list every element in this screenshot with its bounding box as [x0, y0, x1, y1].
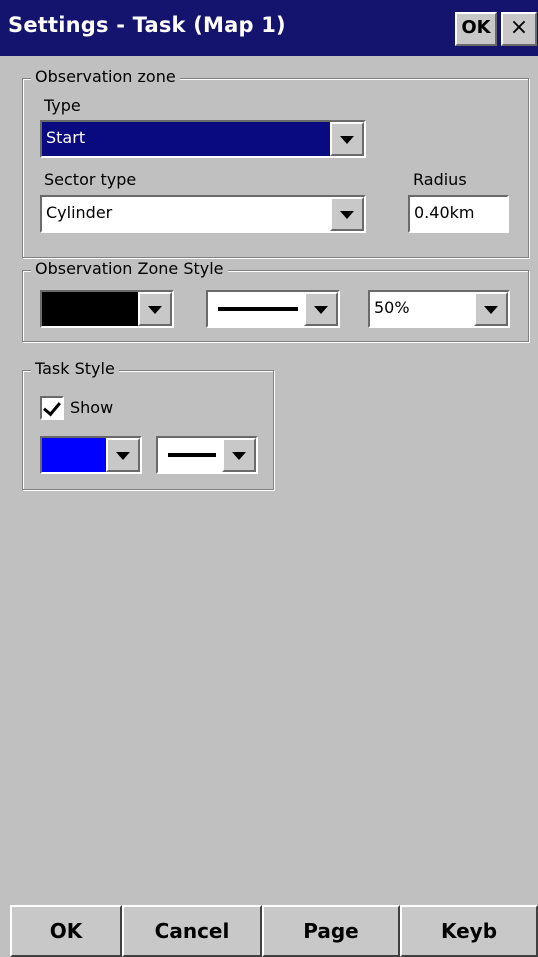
button-bar: OK Cancel Page Keyb: [0, 905, 538, 957]
type-select[interactable]: Start: [40, 120, 366, 158]
page-button[interactable]: Page: [262, 905, 400, 957]
cancel-button[interactable]: Cancel: [122, 905, 262, 957]
oz-opacity-value: 50%: [374, 298, 410, 317]
task-line-style-select[interactable]: [156, 436, 258, 474]
chevron-down-icon[interactable]: [330, 122, 364, 156]
radius-label: Radius: [413, 170, 467, 189]
oz-color-select[interactable]: [40, 290, 174, 328]
radius-input[interactable]: 0.40km: [408, 195, 509, 233]
chevron-down-icon[interactable]: [138, 292, 172, 326]
ok-button[interactable]: OK: [10, 905, 122, 957]
window-title: Settings - Task (Map 1): [8, 13, 286, 37]
type-label: Type: [44, 96, 81, 115]
show-checkbox[interactable]: [40, 396, 64, 420]
observation-zone-legend: Observation zone: [31, 67, 180, 86]
chevron-down-icon[interactable]: [106, 438, 140, 472]
oz-line-style-select[interactable]: [206, 290, 340, 328]
oz-opacity-select[interactable]: 50%: [368, 290, 510, 328]
type-select-field: [42, 122, 330, 156]
titlebar-ok-button[interactable]: OK: [455, 12, 497, 46]
keyboard-button[interactable]: Keyb: [400, 905, 538, 957]
sector-type-value: Cylinder: [46, 203, 113, 222]
chevron-down-icon[interactable]: [330, 197, 364, 231]
close-icon[interactable]: ×: [501, 12, 537, 46]
type-select-value: Start: [46, 128, 86, 147]
title-bar: Settings - Task (Map 1) OK ×: [0, 0, 538, 56]
sector-type-label: Sector type: [44, 170, 137, 189]
oz-color-swatch: [42, 292, 138, 326]
chevron-down-icon[interactable]: [222, 438, 256, 472]
chevron-down-icon[interactable]: [474, 292, 508, 326]
task-style-legend: Task Style: [31, 359, 119, 378]
task-color-swatch: [42, 438, 106, 472]
oz-style-legend: Observation Zone Style: [31, 259, 228, 278]
sector-type-select[interactable]: Cylinder: [40, 195, 366, 233]
line-style-icon: [168, 453, 216, 457]
task-color-select[interactable]: [40, 436, 142, 474]
line-style-icon: [218, 307, 298, 311]
show-label[interactable]: Show: [70, 398, 113, 417]
chevron-down-icon[interactable]: [304, 292, 338, 326]
